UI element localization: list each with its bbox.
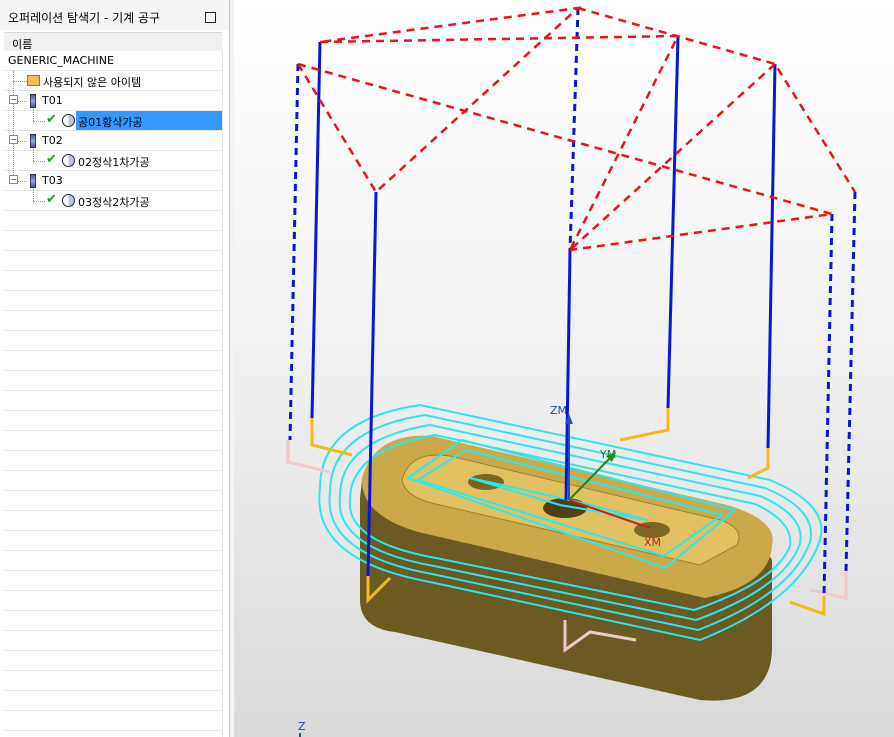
tree-item-label: GENERIC_MACHINE [8,54,114,67]
mill-tool-icon [30,134,36,148]
panel-title: 오퍼레이션 탐색기 - 기계 공구 [8,11,161,25]
tree-item-unused[interactable]: 사용되지 않은 아이템 [4,71,222,90]
tree-item-label: T02 [42,134,63,147]
maximize-icon[interactable] [205,12,216,23]
axis-label-y: YM [599,448,616,461]
collapse-icon[interactable]: − [9,95,18,104]
tree-item-label: 사용되지 않은 아이템 [43,76,142,89]
mill-tool-icon [30,174,36,188]
operation-icon [62,154,75,167]
tree-item-label: 03정삭2차가공 [78,196,150,209]
view-triad-z-label: Z [298,720,306,733]
column-header-label: 이름 [12,38,33,51]
check-icon: ✔ [46,112,57,127]
tree-item-label: T03 [42,174,63,187]
tree-item-root[interactable]: GENERIC_MACHINE [4,51,222,70]
axis-label-z: ZM [550,404,567,417]
tree-item-operation-t01[interactable]: ✔ 공01황삭가공 [4,111,222,130]
check-icon: ✔ [46,152,57,167]
operation-navigator-panel: 오퍼레이션 탐색기 - 기계 공구 이름 GENERIC_MACHINE 사용되… [0,0,230,737]
tree-item-label: 공01황삭가공 [78,116,143,129]
operation-icon [62,194,75,207]
tree-item-tool-t01[interactable]: − T01 [4,91,222,110]
collapse-icon[interactable]: − [9,175,18,184]
tree-item-operation-t03[interactable]: ✔ 03정삭2차가공 [4,191,222,210]
graphics-viewport[interactable]: ZM YM XM Z [234,0,894,737]
operation-tree: GENERIC_MACHINE 사용되지 않은 아이템 − T01 ✔ 공01황… [4,51,223,737]
tree-item-label: T01 [42,94,63,107]
tree-item-label: 02정삭1차가공 [78,156,150,169]
operation-icon [62,114,75,127]
folder-icon [27,75,40,86]
tree-item-operation-t02[interactable]: ✔ 02정삭1차가공 [4,151,222,170]
tree-item-tool-t03[interactable]: − T03 [4,171,222,190]
panel-title-bar: 오퍼레이션 탐색기 - 기계 공구 [0,0,229,30]
check-icon: ✔ [46,192,57,207]
toolpath-scene: ZM YM XM Z [286,6,857,737]
mill-tool-icon [30,94,36,108]
tree-item-tool-t02[interactable]: − T02 [4,131,222,150]
column-header-name[interactable]: 이름 [4,32,222,53]
collapse-icon[interactable]: − [9,135,18,144]
axis-label-x: XM [644,536,661,549]
